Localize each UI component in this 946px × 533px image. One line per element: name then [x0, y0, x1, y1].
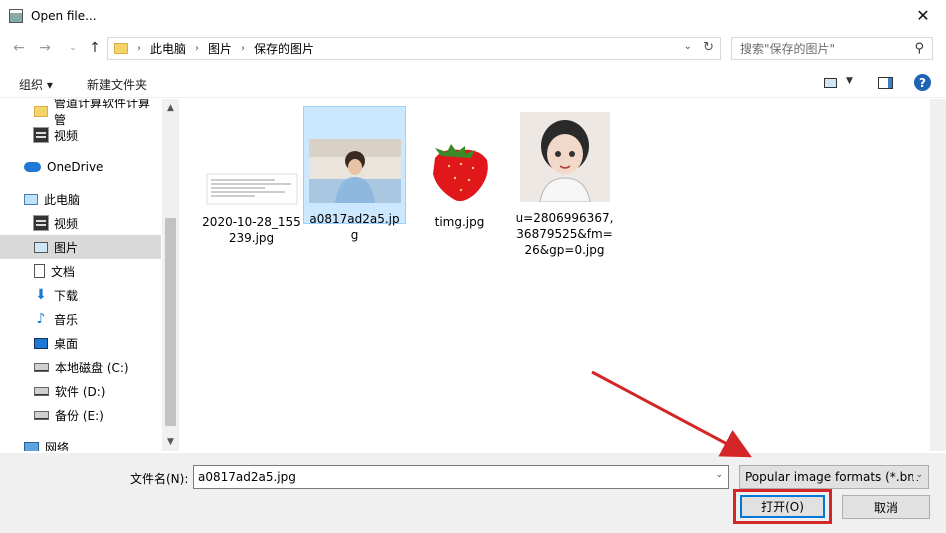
file-thumbnail [308, 139, 401, 203]
dialog-footer: 文件名(N): a0817ad2a5.jpg ⌄ Popular image f… [0, 453, 946, 533]
file-type-value: Popular image formats (*.bm [745, 470, 919, 484]
chevron-right-icon: › [195, 43, 200, 54]
folder-icon [34, 105, 48, 117]
file-thumbnail [414, 134, 505, 206]
preview-pane-icon[interactable] [878, 77, 893, 89]
sidebar-item-music[interactable]: ♪ 音乐 [0, 307, 161, 331]
sidebar-item-label: 下载 [54, 288, 79, 303]
up-arrow-icon[interactable]: ↑ [84, 37, 106, 59]
sidebar-item-onedrive[interactable]: OneDrive [0, 155, 161, 179]
navigation-bar: ← → ⌄ ↑ › 此电脑 › 图片 › 保存的图片 ⌄ ↻ 搜索"保存的图片"… [0, 31, 946, 65]
title-bar: Open file... ✕ [0, 0, 946, 31]
navigation-pane: 管道计算软件计算管 视频 OneDrive 此电脑 视频 图片 文档 ⬇ 下载 … [0, 99, 178, 451]
sidebar-item-drive-d[interactable]: 软件 (D:) [0, 379, 161, 403]
sidebar-item-downloads[interactable]: ⬇ 下载 [0, 283, 161, 307]
sidebar-item-pictures[interactable]: 图片 [0, 235, 161, 259]
desktop-icon [34, 337, 48, 349]
disk-icon [34, 362, 49, 372]
document-icon [34, 264, 45, 278]
window-title: Open file... [31, 8, 97, 23]
file-name: timg.jpg [434, 215, 485, 229]
file-list-scrollbar[interactable] [930, 99, 946, 451]
sidebar-item-label: 图片 [54, 240, 79, 255]
app-icon [9, 8, 23, 23]
sidebar-item-label: 软件 (D:) [55, 384, 106, 399]
sidebar-item-documents[interactable]: 文档 [0, 259, 161, 283]
sidebar-item-pipe-calc[interactable]: 管道计算软件计算管 [0, 99, 161, 127]
close-icon[interactable]: ✕ [900, 0, 946, 31]
sidebar-item-network[interactable]: 网络 [0, 435, 161, 451]
back-arrow-icon[interactable]: ← [8, 37, 30, 59]
breadcrumb-this-pc[interactable]: 此电脑 [150, 40, 186, 57]
file-item-selected[interactable]: a0817ad2a5.jpg [303, 106, 406, 242]
help-icon[interactable]: ? [914, 74, 931, 91]
breadcrumb-saved-pictures[interactable]: 保存的图片 [254, 40, 314, 57]
sidebar-scroll-thumb[interactable] [165, 218, 176, 426]
breadcrumb-pictures[interactable]: 图片 [208, 40, 232, 57]
file-type-select[interactable]: Popular image formats (*.bm ⌄ [739, 465, 929, 489]
view-dropdown-icon[interactable]: ▼ [846, 76, 853, 86]
download-icon: ⬇ [35, 287, 47, 303]
recent-dropdown-icon[interactable]: ⌄ [62, 37, 84, 59]
chevron-down-icon[interactable]: ⌄ [715, 470, 723, 480]
sidebar-item-this-pc[interactable]: 此电脑 [0, 187, 161, 211]
file-item[interactable]: 2020-10-28_155239.jpg [200, 108, 303, 245]
disk-icon [34, 410, 49, 420]
sidebar-item-drive-e[interactable]: 备份 (E:) [0, 403, 161, 427]
disk-icon [34, 386, 49, 396]
file-list: 2020-10-28_155239.jpg a0817ad2a5.jpg tim… [180, 99, 930, 451]
computer-icon [24, 193, 38, 205]
scroll-up-icon[interactable]: ▲ [162, 103, 179, 113]
cancel-button[interactable]: 取消 [842, 495, 930, 519]
search-input[interactable]: 搜索"保存的图片" ⚲ [731, 37, 933, 60]
file-item[interactable]: u=2806996367,36879525&fm=26&gp=0.jpg [513, 108, 616, 268]
sidebar-item-drive-c[interactable]: 本地磁盘 (C:) [0, 355, 161, 379]
file-name: a0817ad2a5.jpg [309, 212, 400, 242]
forward-arrow-icon[interactable]: → [34, 37, 56, 59]
sidebar-item-videos-quick[interactable]: 视频 [0, 123, 161, 147]
chevron-down-icon[interactable]: ⌄ [913, 470, 923, 480]
file-name: u=2806996367,36879525&fm=26&gp=0.jpg [515, 211, 614, 257]
folder-icon [114, 43, 128, 54]
sidebar-item-label: OneDrive [47, 160, 104, 174]
search-placeholder: 搜索"保存的图片" [740, 42, 836, 56]
filename-input[interactable]: a0817ad2a5.jpg ⌄ [193, 465, 729, 489]
cloud-icon [24, 162, 41, 172]
command-toolbar: 组织 ▾ 新建文件夹 ▼ ? [0, 70, 946, 98]
filename-label: 文件名(N): [130, 472, 189, 486]
file-item[interactable]: timg.jpg [408, 108, 511, 229]
file-thumbnail [206, 173, 297, 205]
network-icon [24, 441, 39, 451]
chevron-right-icon: › [241, 43, 246, 54]
search-icon[interactable]: ⚲ [914, 41, 924, 56]
chevron-down-icon[interactable]: ⌄ [684, 41, 692, 52]
sidebar-item-label: 备份 (E:) [55, 408, 104, 423]
refresh-icon[interactable]: ↻ [703, 40, 714, 55]
sidebar-item-label: 本地磁盘 (C:) [55, 360, 129, 375]
sidebar-item-label: 网络 [45, 440, 70, 452]
filename-value: a0817ad2a5.jpg [198, 470, 296, 484]
open-button[interactable]: 打开(O) [740, 495, 825, 518]
sidebar-item-label: 视频 [54, 128, 79, 143]
address-bar[interactable]: › 此电脑 › 图片 › 保存的图片 ⌄ ↻ [107, 37, 721, 60]
file-name: 2020-10-28_155239.jpg [202, 215, 301, 245]
sidebar-item-videos[interactable]: 视频 [0, 211, 161, 235]
organize-button[interactable]: 组织 ▾ [19, 76, 53, 93]
sidebar-item-desktop[interactable]: 桌面 [0, 331, 161, 355]
sidebar-item-label: 桌面 [54, 336, 79, 351]
music-icon: ♪ [36, 311, 46, 327]
scroll-down-icon[interactable]: ▼ [162, 437, 179, 447]
video-icon [33, 127, 49, 143]
view-options-icon[interactable] [824, 78, 837, 88]
sidebar-item-label: 此电脑 [44, 192, 81, 207]
open-button-highlight: 打开(O) [733, 489, 832, 524]
new-folder-button[interactable]: 新建文件夹 [87, 76, 147, 93]
sidebar-item-label: 音乐 [54, 312, 79, 327]
sidebar-item-label: 文档 [51, 264, 76, 279]
chevron-right-icon: › [137, 43, 141, 54]
file-thumbnail [519, 112, 610, 203]
sidebar-item-label: 视频 [54, 216, 79, 231]
pictures-icon [34, 241, 48, 253]
video-icon [33, 215, 49, 231]
